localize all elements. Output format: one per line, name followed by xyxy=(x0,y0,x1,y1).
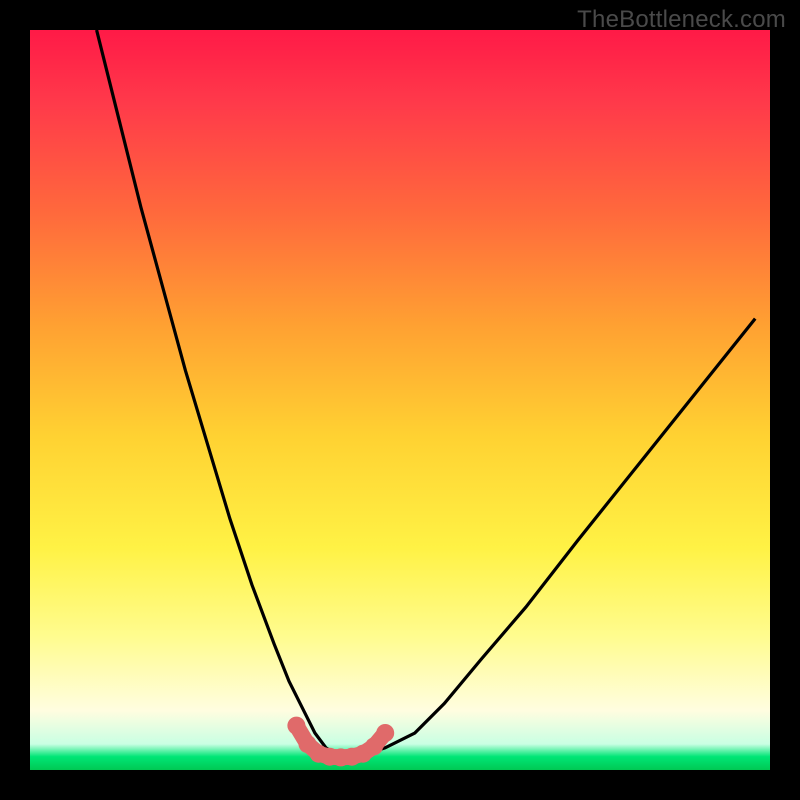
curve-line xyxy=(97,30,756,755)
valley-dot xyxy=(376,724,394,742)
plot-area xyxy=(30,30,770,770)
chart-frame: TheBottleneck.com xyxy=(0,0,800,800)
watermark-text: TheBottleneck.com xyxy=(577,6,786,34)
valley-marker-dots xyxy=(287,717,394,767)
chart-svg xyxy=(30,30,770,770)
valley-dot xyxy=(287,717,305,735)
